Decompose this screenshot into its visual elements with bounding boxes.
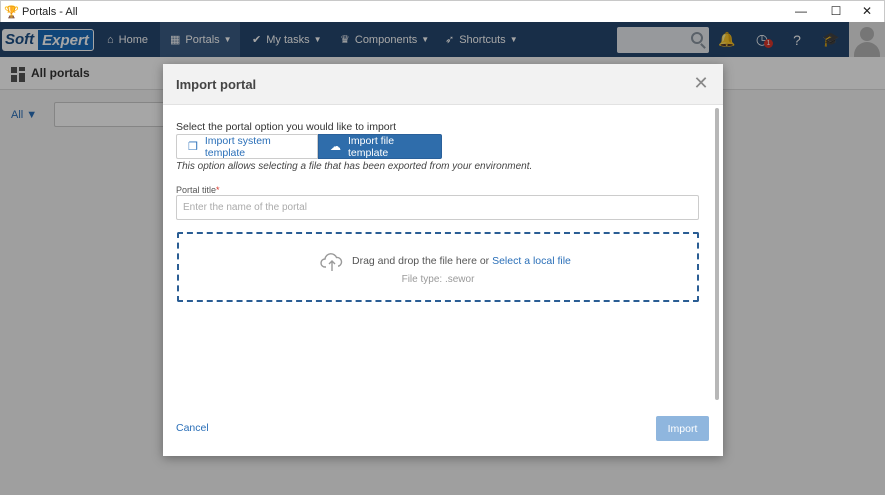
import-option-group: ❐ Import system template ☁ Import file t… xyxy=(176,134,442,159)
dialog-header: Import portal ✕ xyxy=(163,64,723,105)
dialog-title: Import portal xyxy=(176,77,257,92)
drop-text: Drag and drop the file here or xyxy=(352,255,493,267)
select-local-file-link[interactable]: Select a local file xyxy=(492,255,571,267)
window-titlebar: 🏆 Portals - All xyxy=(0,0,885,22)
window-title: Portals - All xyxy=(22,5,78,18)
import-file-template-label: Import file template xyxy=(348,134,395,159)
import-system-template-label: Import system template xyxy=(204,134,271,159)
cloud-upload-icon: ☁ xyxy=(330,141,341,153)
file-type-hint: File type: .sewor xyxy=(401,274,475,285)
dialog-scrollbar[interactable] xyxy=(715,108,719,400)
import-file-template-button[interactable]: ☁ Import file template xyxy=(318,134,442,159)
portal-title-label: Portal title* xyxy=(176,185,220,195)
portal-title-input[interactable] xyxy=(176,195,699,220)
required-mark: * xyxy=(216,185,220,195)
cloud-upload-icon xyxy=(320,253,343,271)
import-portal-dialog: Import portal ✕ Select the portal option… xyxy=(163,64,723,456)
cancel-button[interactable]: Cancel xyxy=(176,422,209,434)
copy-icon: ❐ xyxy=(188,141,198,153)
import-system-template-button[interactable]: ❐ Import system template xyxy=(176,134,318,159)
minimize-button[interactable]: — xyxy=(782,0,820,22)
drop-instructions: Drag and drop the file here or Select a … xyxy=(352,255,571,267)
trophy-app-icon: 🏆 xyxy=(4,4,19,19)
file-dropzone[interactable]: Drag and drop the file here or Select a … xyxy=(177,232,699,302)
option-prompt: Select the portal option you would like … xyxy=(176,121,397,133)
close-icon[interactable]: ✕ xyxy=(693,74,709,92)
portal-title-label-text: Portal title xyxy=(176,185,217,195)
option-help-text: This option allows selecting a file that… xyxy=(176,161,533,172)
import-button[interactable]: Import xyxy=(656,416,709,441)
close-window-button[interactable]: ✕ xyxy=(848,0,885,22)
